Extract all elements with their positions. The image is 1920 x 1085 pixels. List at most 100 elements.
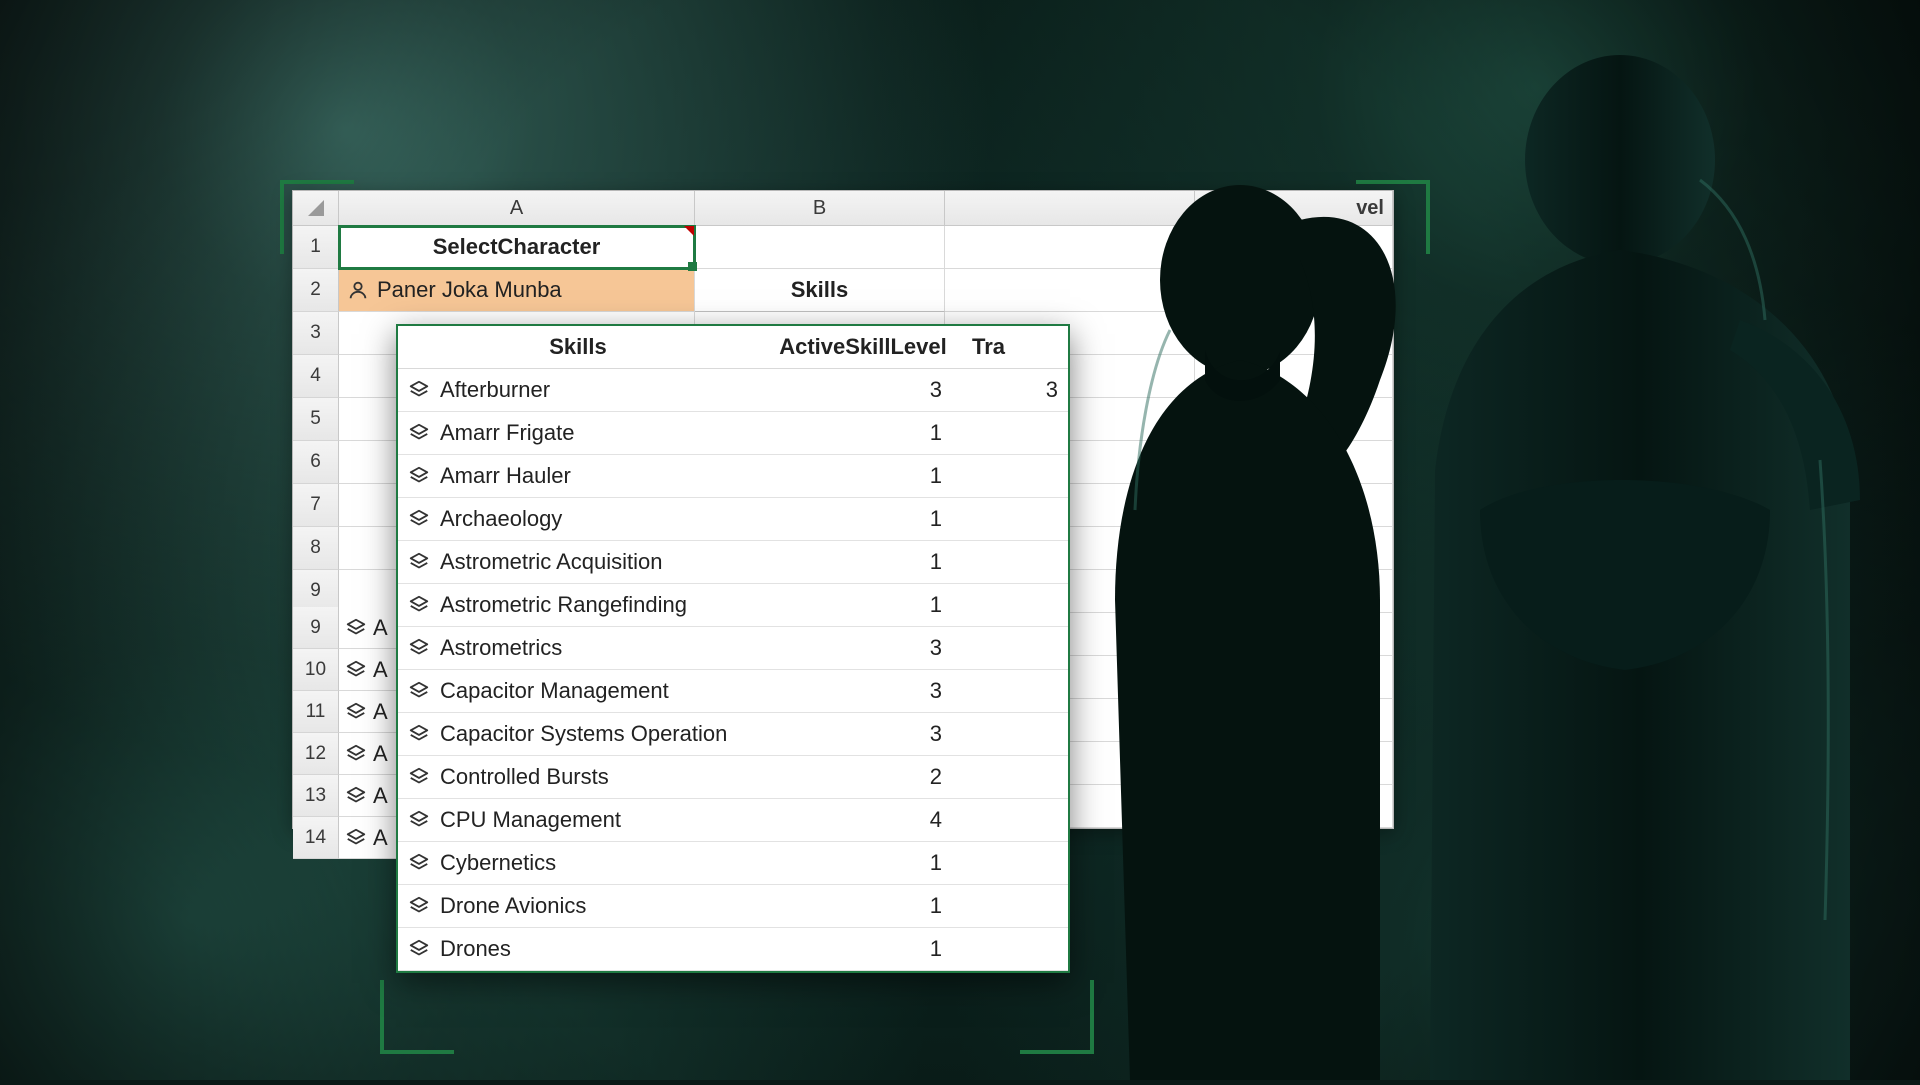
peek-cell-text: A: [373, 741, 388, 767]
skill-row-name[interactable]: Amarr Frigate: [398, 412, 758, 455]
peek-cell-13[interactable]: A: [339, 775, 399, 817]
peek-row-header-11[interactable]: 11: [293, 691, 339, 733]
skill-row-level[interactable]: 1: [758, 455, 968, 498]
layers-icon: [408, 852, 430, 874]
row-header-3[interactable]: 3: [293, 312, 339, 355]
peek-row-header-12[interactable]: 12: [293, 733, 339, 775]
cell-d6[interactable]: [1195, 441, 1393, 484]
cell-a2-character[interactable]: Paner Joka Munba: [339, 269, 695, 312]
skill-row-level[interactable]: 1: [758, 541, 968, 584]
cell-d13[interactable]: [1195, 742, 1393, 785]
column-header-d[interactable]: D vel: [1195, 191, 1393, 226]
skill-row-name[interactable]: Drone Avionics: [398, 885, 758, 928]
row-header-5[interactable]: 5: [293, 398, 339, 441]
cell-d10[interactable]: [1195, 613, 1393, 656]
row-header-7[interactable]: 7: [293, 484, 339, 527]
skill-row-level[interactable]: 1: [758, 412, 968, 455]
peek-cell-10[interactable]: A: [339, 649, 399, 691]
skill-name: Capacitor Systems Operation: [440, 721, 727, 747]
row-header-2[interactable]: 2: [293, 269, 339, 312]
skill-row-name[interactable]: Amarr Hauler: [398, 455, 758, 498]
skill-row-name[interactable]: Cybernetics: [398, 842, 758, 885]
row-header-4[interactable]: 4: [293, 355, 339, 398]
skill-row-level[interactable]: 1: [758, 498, 968, 541]
cell-d2[interactable]: [1195, 269, 1393, 312]
skill-name: CPU Management: [440, 807, 621, 833]
column-header-b[interactable]: B: [695, 191, 945, 226]
peek-cell-11[interactable]: A: [339, 691, 399, 733]
skill-name: Controlled Bursts: [440, 764, 609, 790]
column-header-c[interactable]: [945, 191, 1195, 226]
skill-row-trained[interactable]: 3: [968, 369, 1068, 412]
skill-row-level[interactable]: 1: [758, 584, 968, 627]
peek-cell-14[interactable]: A: [339, 817, 399, 859]
cell-d5[interactable]: [1195, 398, 1393, 441]
skill-row-level[interactable]: 3: [758, 627, 968, 670]
skill-row-trained[interactable]: [968, 498, 1068, 541]
layers-icon: [408, 895, 430, 917]
skill-row-trained[interactable]: [968, 928, 1068, 971]
peek-cell-text: A: [373, 699, 388, 725]
skill-row-trained[interactable]: [968, 842, 1068, 885]
cell-d11[interactable]: [1195, 656, 1393, 699]
skill-row-name[interactable]: Capacitor Management: [398, 670, 758, 713]
skill-row-trained[interactable]: [968, 584, 1068, 627]
cell-d9[interactable]: [1195, 570, 1393, 613]
cell-d8[interactable]: [1195, 527, 1393, 570]
skill-row-name[interactable]: Astrometrics: [398, 627, 758, 670]
skill-row-level[interactable]: 1: [758, 842, 968, 885]
row-header-1[interactable]: 1: [293, 226, 339, 269]
skill-row-name[interactable]: Astrometric Acquisition: [398, 541, 758, 584]
skill-row-trained[interactable]: [968, 713, 1068, 756]
fill-handle[interactable]: [688, 262, 697, 271]
skills-card[interactable]: Skills ActiveSkillLevel Tra Afterburner3…: [396, 324, 1070, 973]
skill-row-name[interactable]: Archaeology: [398, 498, 758, 541]
skill-row-level[interactable]: 4: [758, 799, 968, 842]
cell-d4[interactable]: [1195, 355, 1393, 398]
cell-d14[interactable]: [1195, 785, 1393, 828]
skill-row-trained[interactable]: [968, 670, 1068, 713]
peek-row-header-10[interactable]: 10: [293, 649, 339, 691]
cell-c2[interactable]: [945, 269, 1195, 312]
skill-row-trained[interactable]: [968, 799, 1068, 842]
cell-a1-selectcharacter[interactable]: SelectCharacter: [339, 226, 695, 269]
select-all-triangle[interactable]: [293, 191, 339, 226]
cell-d3[interactable]: [1195, 312, 1393, 355]
skill-row-name[interactable]: CPU Management: [398, 799, 758, 842]
skill-row-level[interactable]: 1: [758, 885, 968, 928]
skill-row-level[interactable]: 3: [758, 670, 968, 713]
layers-icon: [408, 723, 430, 745]
row-header-6[interactable]: 6: [293, 441, 339, 484]
skill-row-level[interactable]: 2: [758, 756, 968, 799]
peek-row-header-13[interactable]: 13: [293, 775, 339, 817]
cell-d7[interactable]: [1195, 484, 1393, 527]
skill-row-name[interactable]: Controlled Bursts: [398, 756, 758, 799]
skill-row-level[interactable]: 3: [758, 369, 968, 412]
cell-d1[interactable]: [1195, 226, 1393, 269]
skill-row-trained[interactable]: [968, 455, 1068, 498]
row-header-8[interactable]: 8: [293, 527, 339, 570]
cell-a1-text: SelectCharacter: [433, 234, 601, 260]
skill-row-level[interactable]: 1: [758, 928, 968, 971]
skill-row-name[interactable]: Capacitor Systems Operation: [398, 713, 758, 756]
skill-row-trained[interactable]: [968, 412, 1068, 455]
peek-row-12: 12 A: [293, 733, 399, 775]
skill-row-name[interactable]: Astrometric Rangefinding: [398, 584, 758, 627]
cell-b1[interactable]: [695, 226, 945, 269]
skill-row-trained[interactable]: [968, 885, 1068, 928]
peek-cell-9[interactable]: A: [339, 607, 399, 649]
peek-cell-12[interactable]: A: [339, 733, 399, 775]
skill-row-trained[interactable]: [968, 627, 1068, 670]
skill-row-name[interactable]: Drones: [398, 928, 758, 971]
cell-b2-skills-header[interactable]: Skills: [695, 269, 945, 312]
cell-d12[interactable]: [1195, 699, 1393, 742]
back-peek-rows: 9 A10 A11 A12 A13 A14 A: [293, 607, 399, 859]
skill-row-name[interactable]: Afterburner: [398, 369, 758, 412]
cell-c1[interactable]: [945, 226, 1195, 269]
skill-row-trained[interactable]: [968, 541, 1068, 584]
peek-row-header-14[interactable]: 14: [293, 817, 339, 859]
column-header-a[interactable]: A: [339, 191, 695, 226]
skill-row-trained[interactable]: [968, 756, 1068, 799]
skill-row-level[interactable]: 3: [758, 713, 968, 756]
peek-row-header-9[interactable]: 9: [293, 607, 339, 649]
